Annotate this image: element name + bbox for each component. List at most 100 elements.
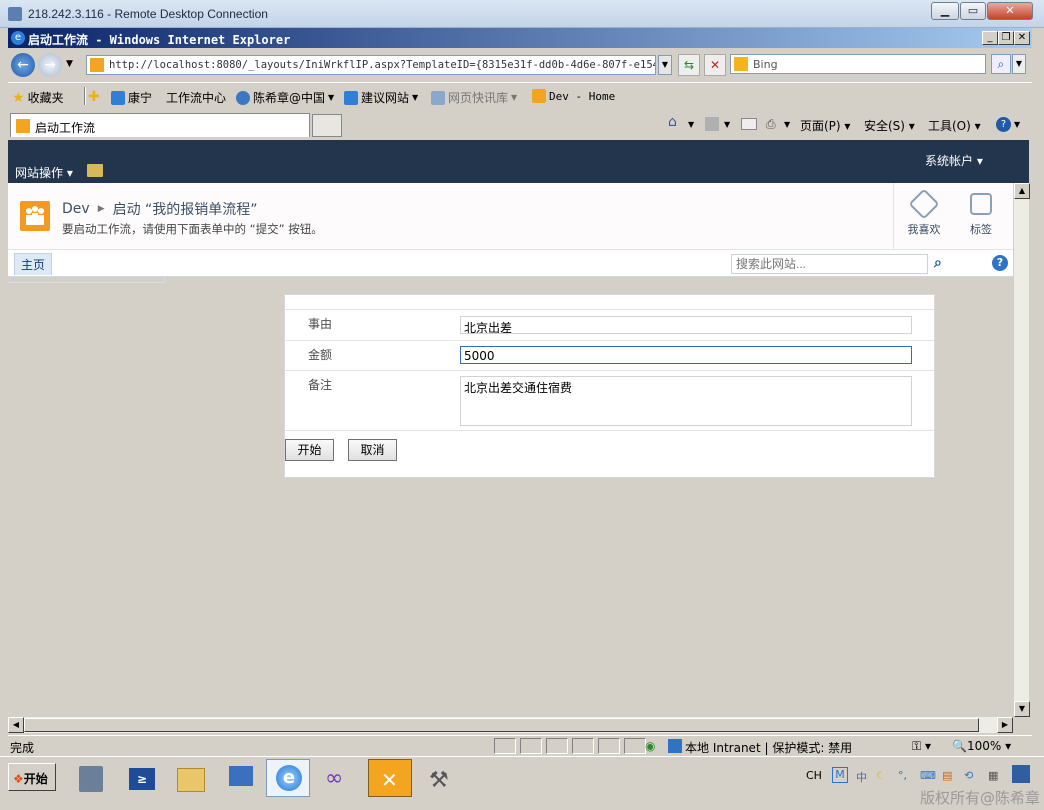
chevron-down-icon[interactable]: ▼ xyxy=(784,120,790,129)
fav-item-4[interactable]: 建议网站 ▼ xyxy=(344,89,418,106)
breadcrumb: Dev ▶ 启动 “我的报销单流程” xyxy=(62,199,258,219)
ie-taskbar-icon[interactable]: e xyxy=(266,759,310,797)
search-options-icon[interactable]: ▼ xyxy=(1012,54,1026,74)
chevron-down-icon[interactable]: ▼ xyxy=(1014,120,1020,129)
site-actions-menu[interactable]: 网站操作 ▾ xyxy=(15,164,73,181)
close-button[interactable]: ✕ xyxy=(987,2,1033,20)
ie-minimize-button[interactable]: _ xyxy=(982,31,998,45)
fav-item-5[interactable]: 网页快讯库 ▼ xyxy=(431,89,517,106)
keyboard-icon[interactable]: ⌨ xyxy=(920,769,936,782)
scroll-left-icon[interactable]: ◀ xyxy=(8,717,24,733)
page-description: 要启动工作流，请使用下面表单中的 “提交” 按钮。 xyxy=(62,222,323,236)
tray-app-icon[interactable]: ▦ xyxy=(988,769,998,782)
zoom-control[interactable]: 🔍100% ▾ xyxy=(952,739,1011,753)
star-icon: ★ xyxy=(12,89,25,106)
home-icon[interactable]: ⌂ xyxy=(668,114,677,130)
powershell-icon[interactable]: ≥ xyxy=(118,759,162,797)
amount-label: 金额 xyxy=(308,348,333,362)
breadcrumb-site-link[interactable]: Dev xyxy=(62,201,90,217)
site-search-input[interactable] xyxy=(731,254,928,274)
ie-title: 启动工作流 - Windows Internet Explorer xyxy=(28,33,291,47)
explorer-icon[interactable] xyxy=(168,759,212,797)
start-button[interactable]: 开始 xyxy=(285,439,334,461)
left-nav-panel xyxy=(8,277,165,283)
scroll-up-icon[interactable]: ▲ xyxy=(1014,183,1030,199)
address-dropdown-icon[interactable]: ▼ xyxy=(658,55,672,75)
print-icon[interactable]: ⎙ xyxy=(766,117,776,132)
fav-label: 网页快讯库 xyxy=(448,91,509,105)
search-input[interactable]: Bing xyxy=(730,54,986,74)
history-dropdown-icon[interactable]: ▼ xyxy=(66,59,73,69)
add-favorite-icon[interactable]: ✚ xyxy=(88,89,100,105)
ie-restore-button[interactable]: ❐ xyxy=(998,31,1014,45)
chevron-down-icon[interactable]: ▼ xyxy=(724,120,730,129)
sharepoint-icon xyxy=(16,119,30,133)
form-row-reason: 事由 北京出差 xyxy=(285,309,934,340)
tools-menu[interactable]: 工具(O) ▾ xyxy=(928,117,981,134)
help-icon[interactable]: ? xyxy=(996,117,1011,132)
ie-page-icon xyxy=(111,90,125,105)
bing-icon xyxy=(734,57,748,71)
horizontal-scrollbar[interactable]: ◀ ▶ xyxy=(8,717,1013,733)
search-icon[interactable]: ⌕ xyxy=(934,255,942,271)
ie-close-button[interactable]: ✕ xyxy=(1014,31,1030,45)
ime-mode-icon[interactable]: 中 xyxy=(856,769,867,785)
safety-menu-label: 安全(S) xyxy=(864,119,905,133)
page-menu-label: 页面(P) xyxy=(800,119,841,133)
safety-menu[interactable]: 安全(S) ▾ xyxy=(864,117,915,134)
favorites-button[interactable]: ★ 收藏夹 xyxy=(12,89,64,106)
navigate-up-icon[interactable] xyxy=(87,164,103,177)
fav-item-1[interactable]: 康宁 xyxy=(111,89,152,106)
show-desktop-icon[interactable] xyxy=(1012,765,1030,783)
moon-icon[interactable]: ☾ xyxy=(876,769,886,782)
language-indicator[interactable]: CH xyxy=(806,769,822,782)
scroll-right-icon[interactable]: ▶ xyxy=(997,717,1013,733)
feeds-icon[interactable] xyxy=(705,117,719,131)
cancel-button[interactable]: 取消 xyxy=(348,439,397,461)
i-like-it-button[interactable]: 我喜欢 xyxy=(899,188,949,237)
tray-app-icon[interactable]: ⟲ xyxy=(964,769,973,782)
vertical-scrollbar[interactable]: ▲ ▼ xyxy=(1013,183,1030,717)
admin-tools-icon[interactable]: ⚒ xyxy=(418,759,462,797)
back-button[interactable]: ← xyxy=(11,53,35,77)
sharepoint-designer-icon[interactable]: ✕ xyxy=(368,759,412,797)
ime-icon[interactable]: M xyxy=(832,767,848,783)
status-pane xyxy=(598,738,620,754)
refresh-icon[interactable]: ⇆ xyxy=(678,54,700,76)
account-menu[interactable]: 系统帐户 ▾ xyxy=(925,152,983,169)
chevron-down-icon[interactable]: ▼ xyxy=(688,120,694,129)
tags-notes-button[interactable]: 标签 xyxy=(956,193,1006,237)
zone-icon: ◉ xyxy=(645,739,656,753)
protected-mode-icon[interactable]: ⚿ ▾ xyxy=(912,739,931,754)
help-icon[interactable]: ? xyxy=(992,255,1008,271)
amount-input[interactable]: 5000 xyxy=(460,346,912,364)
tray-app-icon[interactable]: ▤ xyxy=(942,769,952,782)
scroll-thumb[interactable] xyxy=(24,718,979,732)
scroll-down-icon[interactable]: ▼ xyxy=(1014,701,1030,717)
start-button[interactable]: ❖开始 xyxy=(8,763,56,791)
maximize-button[interactable]: ▭ xyxy=(960,2,986,20)
stop-icon[interactable]: ✕ xyxy=(704,54,726,76)
tab-home[interactable]: 主页 xyxy=(14,253,53,275)
visual-studio-icon[interactable]: ∞ xyxy=(318,759,362,797)
remark-textarea[interactable]: 北京出差交通住宿费 xyxy=(460,376,912,426)
page-icon xyxy=(90,58,104,72)
search-placeholder: Bing xyxy=(753,58,778,71)
fav-item-2[interactable]: 工作流中心 xyxy=(166,89,226,106)
globe-icon xyxy=(236,90,250,105)
mail-icon[interactable] xyxy=(741,118,757,130)
server-manager-icon[interactable] xyxy=(68,759,112,797)
punct-icon[interactable]: °, xyxy=(898,769,907,782)
fav-item-6[interactable]: Dev - Home xyxy=(532,89,615,103)
search-icon[interactable]: ⌕ xyxy=(991,54,1011,74)
browser-tab[interactable]: 启动工作流 xyxy=(10,113,310,137)
page-menu[interactable]: 页面(P) ▾ xyxy=(800,117,850,134)
fav-item-3[interactable]: 陈希章@中国 ▼ xyxy=(236,89,334,106)
address-input[interactable]: http://localhost:8080/_layouts/IniWrkflI… xyxy=(86,55,656,75)
minimize-button[interactable]: ▁ xyxy=(931,2,959,20)
reason-input[interactable]: 北京出差 xyxy=(460,316,912,334)
network-icon[interactable] xyxy=(218,759,262,797)
start-label: 开始 xyxy=(23,772,48,786)
new-tab-button[interactable] xyxy=(312,114,342,137)
forward-button[interactable]: → xyxy=(38,53,62,77)
